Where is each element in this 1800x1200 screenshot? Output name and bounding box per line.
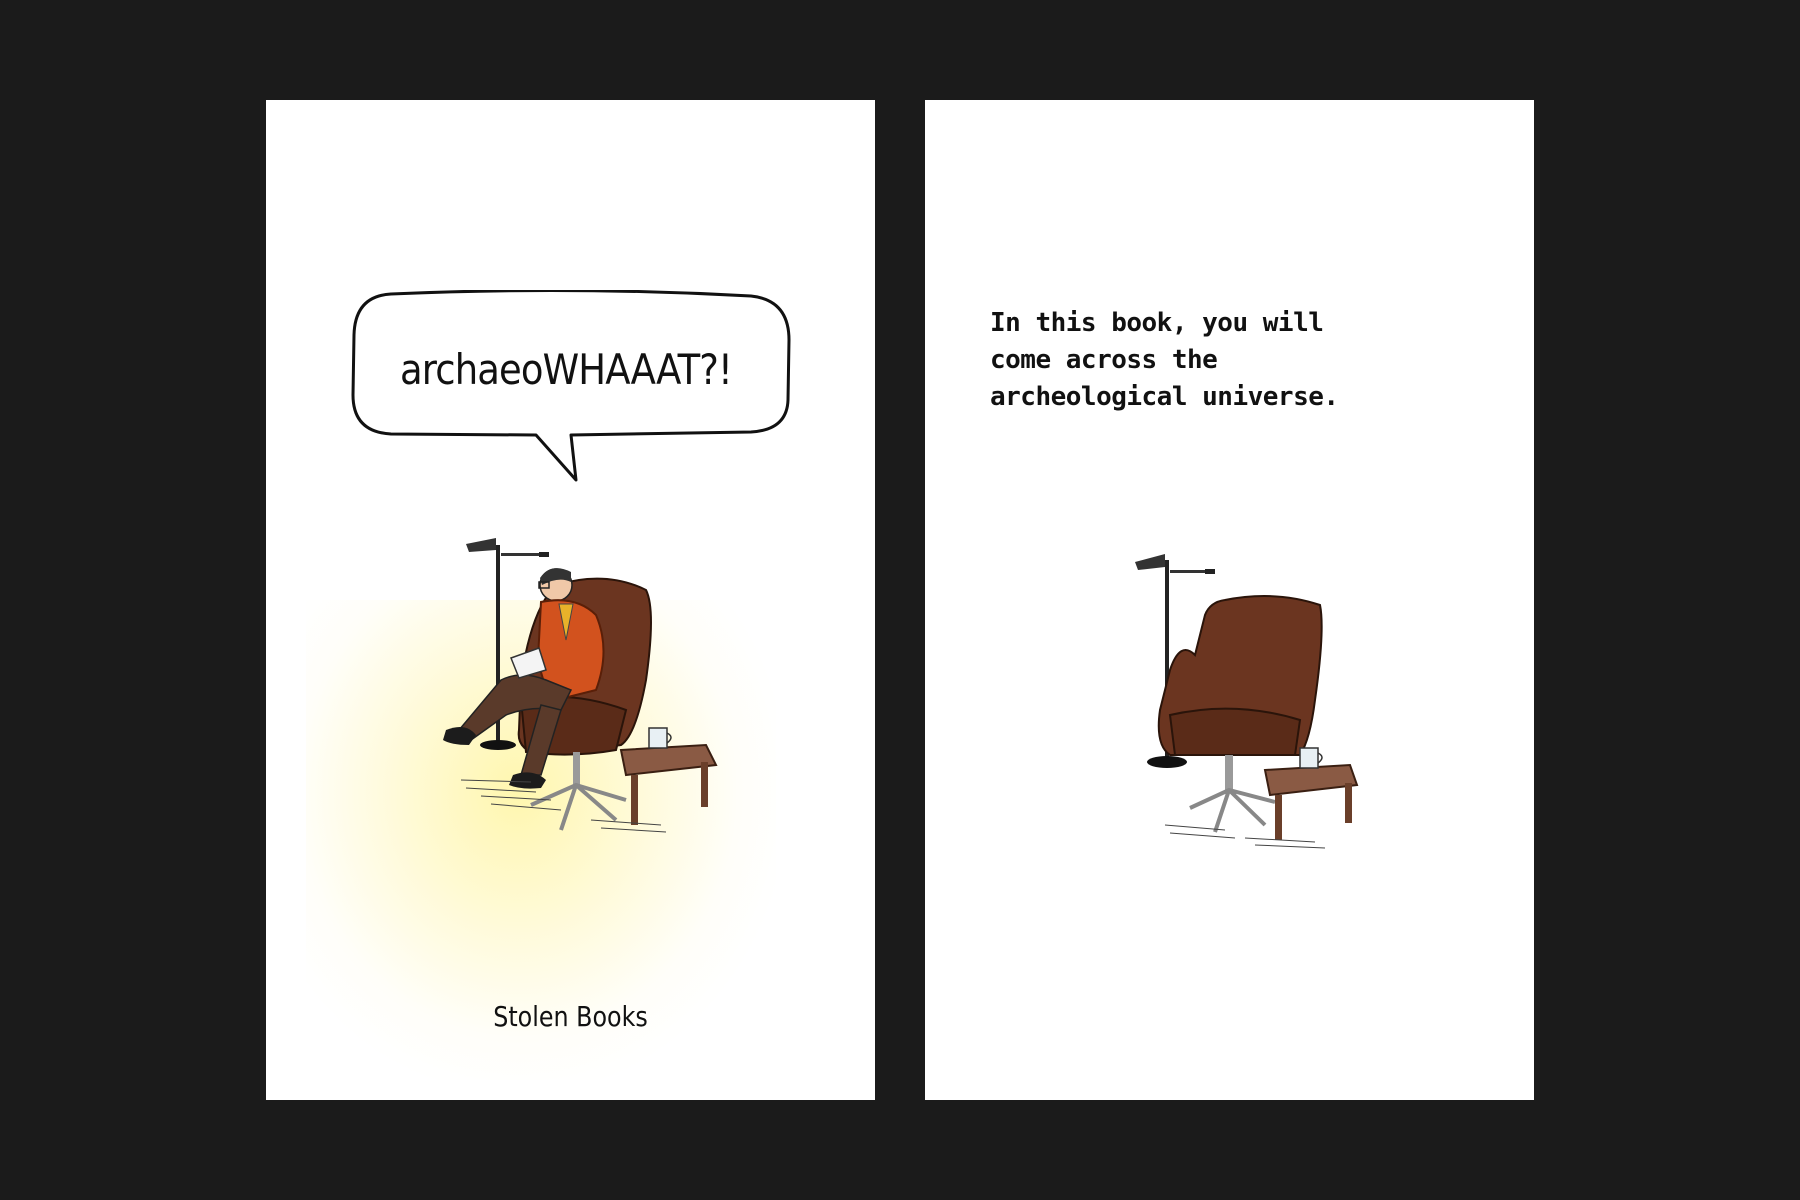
armchair-icon [1157, 595, 1323, 833]
reading-man-illustration [443, 538, 718, 833]
intro-text: In this book, you will come across the a… [990, 305, 1470, 416]
intro-line-2: come across the [990, 345, 1218, 375]
side-table-icon [1263, 747, 1359, 840]
mug-icon [1299, 747, 1323, 769]
intro-line-1: In this book, you will [990, 308, 1324, 338]
mug-icon [648, 727, 672, 749]
speech-bubble-text: archaeoWHAAAT?! [400, 345, 733, 394]
side-table-icon [619, 727, 718, 825]
empty-chair-illustration [1135, 554, 1359, 849]
intro-page: In this book, you will come across the a… [925, 100, 1534, 1100]
intro-line-3: archeological universe. [990, 382, 1339, 412]
cover-page: archaeoWHAAAT?! Stolen Books [266, 100, 875, 1100]
publisher-name: Stolen Books [493, 1000, 648, 1033]
floor-hatching [1164, 824, 1326, 849]
